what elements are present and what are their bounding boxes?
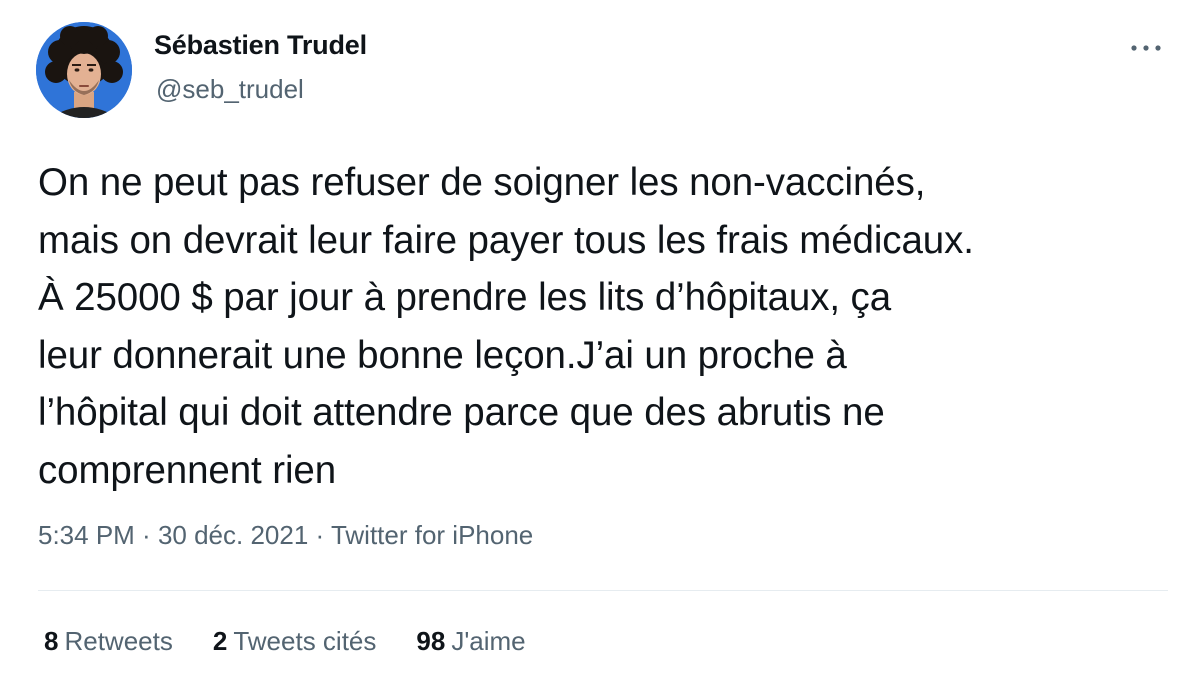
author-handle[interactable]: @seb_trudel xyxy=(156,74,304,105)
meta-separator: · xyxy=(308,520,331,550)
quote-tweets-stat[interactable]: 2 Tweets cités xyxy=(213,626,377,657)
meta-separator: · xyxy=(134,520,158,550)
retweets-stat[interactable]: 8 Retweets xyxy=(44,626,173,657)
more-horizontal-icon xyxy=(1128,40,1164,58)
tweet-source[interactable]: Twitter for iPhone xyxy=(331,520,533,550)
tweet-text: On ne peut pas refuser de soigner les no… xyxy=(38,161,974,492)
avatar[interactable] xyxy=(36,22,132,118)
author-name[interactable]: Sébastien Trudel xyxy=(154,30,367,61)
retweets-label: Retweets xyxy=(64,626,173,656)
quote-tweets-count: 2 xyxy=(212,626,228,656)
tweet-date[interactable]: 30 déc. 2021 xyxy=(158,520,308,550)
tweet-card: Sébastien Trudel @seb_trudel On ne peut … xyxy=(0,0,1200,682)
tweet-time[interactable]: 5:34 PM xyxy=(38,520,135,550)
more-options-button[interactable] xyxy=(1124,34,1168,64)
quote-tweets-label: Tweets cités xyxy=(233,626,377,656)
retweets-count: 8 xyxy=(44,626,59,656)
likes-label: J'aime xyxy=(451,626,526,656)
likes-stat[interactable]: 98 J'aime xyxy=(416,626,525,657)
divider xyxy=(38,590,1168,591)
likes-count: 98 xyxy=(416,626,446,656)
tweet-meta: 5:34 PM · 30 déc. 2021 · Twitter for iPh… xyxy=(38,520,533,551)
tweet-stats: 8 Retweets 2 Tweets cités 98 J'aime xyxy=(44,626,526,657)
